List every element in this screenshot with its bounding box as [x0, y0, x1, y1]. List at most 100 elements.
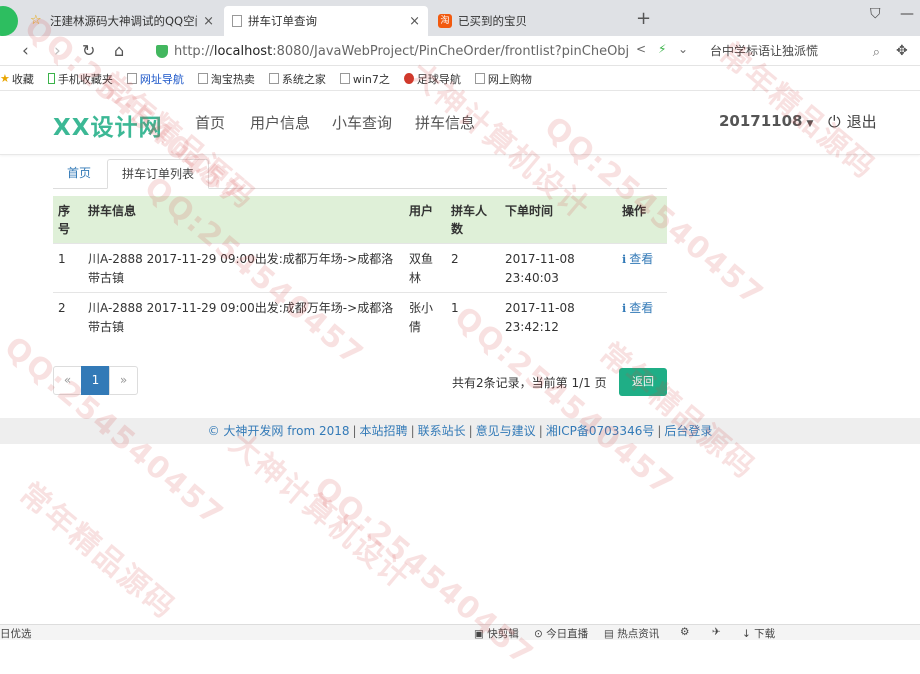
footer-jobs-link[interactable]: 本站招聘: [360, 424, 408, 438]
site-brand[interactable]: XX设计网: [53, 108, 162, 142]
new-tab-button[interactable]: +: [636, 8, 651, 29]
bookmarks-bar: ★ 收藏 手机收藏夹 网址导航 淘宝热卖 系统之家 win7之 足球导航 网上购物: [0, 67, 920, 91]
pagination-next[interactable]: »: [109, 366, 138, 395]
status-live[interactable]: ⊙ 今日直播: [534, 626, 588, 641]
minimize-icon[interactable]: —: [900, 6, 914, 22]
video-icon: ▣: [474, 628, 488, 640]
browser-tab-order-query[interactable]: 拼车订单查询 ×: [224, 6, 428, 36]
table-row: 1 川A-2888 2017-11-29 09:00出发:成都万年场->成都洛带…: [53, 243, 667, 293]
cell-count: 2: [446, 243, 500, 293]
star-icon: ★: [0, 72, 10, 85]
breadcrumb: 首页 拼车订单列表: [53, 159, 667, 189]
pagination-prev[interactable]: «: [53, 366, 82, 395]
status-download[interactable]: ↓ 下载: [742, 626, 775, 641]
order-table: 序号 拼车信息 用户 拼车人数 下单时间 操作 1 川A-2888 2017-1…: [53, 196, 667, 341]
url-prefix: http://: [174, 43, 214, 59]
page-icon: [339, 73, 350, 84]
browser-status-bar: 日优选 ▣ 快剪辑 ⊙ 今日直播 ▤ 热点资讯 ⚙ ✈ ↓ 下载: [0, 624, 920, 640]
site-navbar: XX设计网 首页 用户信息 小车查询 拼车信息 20171108 ▼ ⏻ 退出: [0, 91, 920, 155]
url-host: localhost: [213, 43, 273, 59]
power-icon: ⏻: [828, 111, 841, 131]
bookmark-syshome[interactable]: 系统之家: [268, 71, 326, 87]
watermark-design: 大神计算机设计: [222, 426, 417, 597]
view-label: 查看: [629, 252, 654, 266]
nav-user-info[interactable]: 用户信息: [250, 112, 310, 133]
browser-tab-taobao[interactable]: 淘 已买到的宝贝: [430, 6, 626, 36]
close-icon[interactable]: ×: [203, 14, 214, 29]
bookmark-win7[interactable]: win7之: [339, 71, 390, 87]
status-left-text[interactable]: 日优选: [0, 626, 32, 641]
star-icon: ☆: [30, 13, 42, 28]
col-header-user: 用户: [404, 196, 446, 244]
col-header-time: 下单时间: [500, 196, 617, 244]
watermark-qq: QQ:254540457: [307, 470, 541, 674]
view-label: 查看: [629, 301, 654, 315]
pin-icon[interactable]: ✈: [712, 626, 721, 638]
page-icon: [126, 73, 137, 84]
cell-no: 1: [53, 243, 83, 293]
view-link[interactable]: i 查看: [622, 301, 653, 315]
tab-home[interactable]: 首页: [53, 159, 105, 189]
browser-tab-qq-space[interactable]: ☆ 汪建林源码大神调试的QQ空间 ×: [22, 6, 222, 36]
bookmark-taobao[interactable]: 淘宝热卖: [197, 71, 255, 87]
footer-copyright[interactable]: © 大神开发网 from 2018: [208, 424, 350, 438]
browser-logo-icon: [0, 6, 18, 36]
browser-tab-title: 汪建林源码大神调试的QQ空间: [50, 14, 198, 28]
bookmark-football[interactable]: 足球导航: [403, 71, 461, 87]
bookmark-label: 网址导航: [139, 72, 184, 86]
bookmark-favorites[interactable]: ★ 收藏: [0, 71, 34, 87]
chevron-down-icon[interactable]: ⌄: [678, 42, 688, 56]
close-icon[interactable]: ×: [409, 14, 420, 29]
footer-feedback-link[interactable]: 意见与建议: [476, 424, 536, 438]
settings-icon[interactable]: ⚙: [680, 626, 689, 638]
status-label: 快剪辑: [487, 628, 519, 640]
tab-order-list[interactable]: 拼车订单列表: [107, 159, 210, 189]
home-icon[interactable]: ⌂: [114, 41, 124, 60]
info-icon: i: [622, 302, 627, 315]
cell-action: i 查看: [617, 243, 667, 293]
browser-search-text: 台中学标语让独派慌: [710, 44, 819, 58]
col-header-action: 操作: [617, 196, 667, 244]
site-footer: © 大神开发网 from 2018 | 本站招聘 | 联系站长 | 意见与建议 | 湘ICP备0…: [0, 418, 920, 444]
back-icon[interactable]: ‹: [22, 41, 29, 61]
share-icon[interactable]: <: [636, 42, 646, 56]
col-header-no: 序号: [53, 196, 83, 244]
forward-icon[interactable]: ›: [54, 41, 61, 61]
nav-home[interactable]: 首页: [195, 112, 225, 133]
bookmark-nav[interactable]: 网址导航: [126, 71, 184, 87]
footer-separator: |: [352, 424, 357, 438]
reload-icon[interactable]: ↻: [82, 41, 95, 60]
nav-carpool-info[interactable]: 拼车信息: [415, 112, 475, 133]
bookmark-label: 淘宝热卖: [210, 72, 255, 86]
bookmark-label: 足球导航: [416, 72, 461, 86]
phone-icon: [47, 73, 55, 84]
bookmark-mobile[interactable]: 手机收藏夹: [47, 71, 113, 87]
bookmark-label: 收藏: [11, 72, 34, 86]
browser-tab-strip: ☆ 汪建林源码大神调试的QQ空间 × 拼车订单查询 × 淘 已买到的宝贝 + ⛉…: [0, 0, 920, 36]
view-link[interactable]: i 查看: [622, 252, 653, 266]
logout-link[interactable]: ⏻ 退出: [828, 111, 877, 132]
bookmark-shopping[interactable]: 网上购物: [474, 71, 532, 87]
pagination: « 1 »: [53, 366, 138, 395]
news-icon: ▤: [604, 628, 618, 640]
footer-contact-link[interactable]: 联系站长: [418, 424, 466, 438]
page-icon: [474, 73, 485, 84]
shirt-icon[interactable]: ⛉: [870, 6, 881, 22]
user-menu[interactable]: 20171108 ▼: [719, 112, 813, 130]
user-name: 20171108: [719, 112, 803, 130]
back-button[interactable]: 返回: [619, 368, 667, 396]
cell-time: 2017-11-08 23:42:12: [500, 292, 617, 341]
more-icon[interactable]: ✥: [896, 43, 908, 59]
nav-car-query[interactable]: 小车查询: [332, 112, 392, 133]
search-icon[interactable]: ⌕: [873, 43, 880, 63]
taobao-icon: 淘: [438, 14, 452, 28]
footer-admin-login-link[interactable]: 后台登录: [664, 424, 712, 438]
status-hot-news[interactable]: ▤ 热点资讯: [604, 626, 659, 641]
lightning-icon[interactable]: ⚡: [658, 42, 666, 56]
status-quick-edit[interactable]: ▣ 快剪辑: [474, 626, 519, 641]
cell-action: i 查看: [617, 292, 667, 341]
url-field[interactable]: http://localhost:8080/JavaWebProject/Pin…: [156, 40, 696, 62]
browser-search-input[interactable]: 台中学标语让独派慌 ⌕: [700, 41, 890, 61]
footer-icp-link[interactable]: 湘ICP备0703346号: [546, 424, 655, 438]
pagination-page-current[interactable]: 1: [81, 366, 110, 395]
